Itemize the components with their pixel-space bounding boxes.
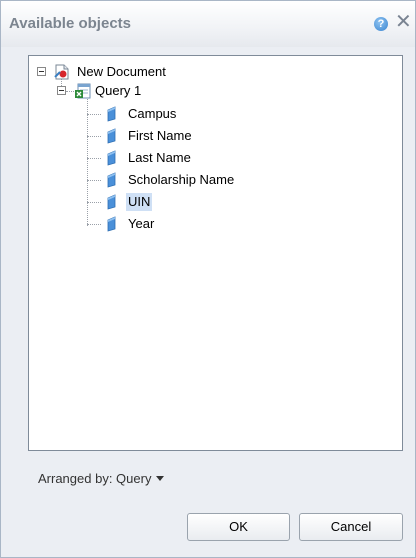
query-icon [75, 83, 91, 99]
tree-node-query[interactable]: Query 1 [57, 82, 387, 100]
available-objects-dialog: Available objects ? ✕ New Document Query… [0, 0, 416, 558]
collapse-query-icon[interactable] [57, 86, 66, 95]
dimension-icon [107, 172, 116, 188]
tree-connector [87, 180, 101, 181]
dimension-icon [107, 106, 116, 122]
tree-node-root[interactable]: New Document [35, 63, 395, 81]
tree-node-label: Campus [128, 106, 177, 121]
help-icon[interactable]: ? [374, 17, 388, 31]
close-icon[interactable]: ✕ [395, 12, 412, 32]
arranged-by-dropdown[interactable]: Arranged by: Query [38, 471, 165, 486]
tree-connector [87, 136, 101, 137]
tree-node-object[interactable]: Scholarship Name [87, 171, 387, 189]
tree-connector [66, 91, 74, 92]
tree-node-object[interactable]: Last Name [87, 149, 387, 167]
dimension-icon [107, 216, 116, 232]
dialog-title: Available objects [9, 15, 131, 32]
objects-tree-panel[interactable]: New Document Query 1 Campus First Name L… [28, 55, 403, 451]
tree-connector [87, 158, 101, 159]
tree-node-label: Query 1 [95, 83, 142, 98]
objects-tree: New Document Query 1 Campus First Name L… [29, 56, 402, 450]
tree-node-label: UIN [126, 193, 153, 211]
dialog-titlebar[interactable]: Available objects ? ✕ [1, 1, 415, 47]
tree-node-object[interactable]: First Name [87, 127, 387, 145]
tree-node-label: Year [128, 216, 155, 231]
tree-connector [87, 202, 101, 203]
dimension-icon [107, 128, 116, 144]
tree-node-object[interactable]: Campus [87, 105, 387, 123]
tree-node-label: New Document [77, 64, 166, 79]
cancel-button[interactable]: Cancel [299, 513, 403, 541]
ok-button[interactable]: OK [187, 513, 290, 541]
dimension-icon [107, 194, 116, 210]
tree-node-object[interactable]: Year [87, 215, 387, 233]
tree-node-label: Last Name [128, 150, 191, 165]
collapse-root-icon[interactable] [37, 67, 46, 76]
dimension-icon [107, 150, 116, 166]
arranged-by-label: Arranged by: Query [38, 471, 152, 486]
tree-node-object-selected[interactable]: UIN [87, 193, 387, 211]
tree-connector [87, 224, 101, 225]
tree-node-label: First Name [128, 128, 192, 143]
chevron-down-icon [156, 476, 165, 481]
document-icon [54, 64, 69, 80]
tree-node-label: Scholarship Name [128, 172, 235, 187]
tree-connector [87, 114, 101, 115]
